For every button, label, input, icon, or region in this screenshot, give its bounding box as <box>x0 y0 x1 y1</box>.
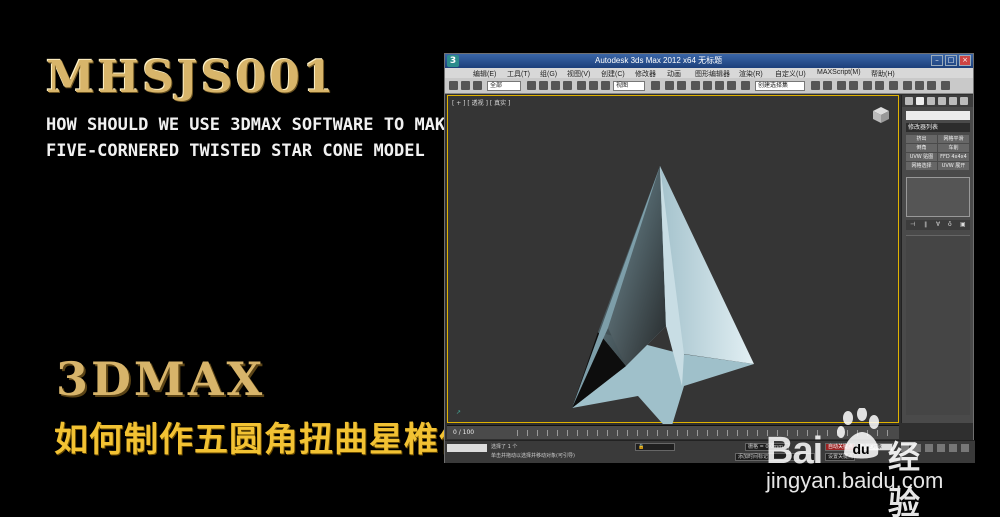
app-logo-icon[interactable]: 3 <box>447 55 459 67</box>
main-toolbar: 全部 视图 创建选择集 <box>445 78 973 94</box>
modifier-list-dropdown[interactable]: 修改器列表 <box>906 123 970 132</box>
select-object-icon[interactable] <box>527 81 536 90</box>
keyboard-shortcut-icon[interactable] <box>677 81 686 90</box>
align-icon[interactable] <box>823 81 832 90</box>
series-code-title: MHSJS001 <box>46 52 337 103</box>
status-prompt: 单击并拖动以选择并移动对象(可引导) <box>491 453 575 459</box>
window-titlebar: 3 Autodesk 3ds Max 2012 x64 无标题 – □ × <box>445 54 973 68</box>
help-icon[interactable] <box>941 81 950 90</box>
modifier-buttons: 挤出 网格平滑 倒角 车削 UVW 贴图 FFD 4x4x4 网格选择 UVW … <box>906 135 970 171</box>
max-application-window: 3 Autodesk 3ds Max 2012 x64 无标题 – □ × 编辑… <box>444 53 975 463</box>
baidu-paw-icon: du <box>837 408 879 459</box>
curve-editor-icon[interactable] <box>863 81 872 90</box>
render-production-icon[interactable] <box>927 81 936 90</box>
rendered-frame-icon[interactable] <box>915 81 924 90</box>
minimize-icon[interactable]: – <box>931 55 943 66</box>
menu-bar: 编辑(E) 工具(T) 组(G) 视图(V) 创建(C) 修改器 动画 图形编辑… <box>445 68 973 78</box>
brand-title: 3DMAX <box>56 352 266 406</box>
modifier-button-ffd[interactable]: FFD 4x4x4 <box>938 153 969 161</box>
unlink-icon[interactable] <box>461 81 470 90</box>
parameters-rollout <box>906 235 970 415</box>
modifier-button-uvw-map[interactable]: UVW 贴图 <box>906 153 937 161</box>
modifier-button-lathe[interactable]: 车削 <box>938 144 969 152</box>
show-end-result-icon[interactable]: ∥ <box>924 221 927 228</box>
edit-named-selection-icon[interactable] <box>741 81 750 90</box>
mirror-icon[interactable] <box>811 81 820 90</box>
layer-manager-icon[interactable] <box>837 81 846 90</box>
selection-filter-dropdown[interactable]: 全部 <box>487 81 521 91</box>
select-by-name-icon[interactable] <box>539 81 548 90</box>
percent-snap-icon[interactable] <box>715 81 724 90</box>
utilities-tab-icon[interactable] <box>960 97 968 105</box>
lock-selection-icon[interactable]: 🔒 <box>635 443 675 451</box>
window-crossing-icon[interactable] <box>563 81 572 90</box>
baidu-paw-text: du <box>852 441 869 457</box>
twisted-star-cone-model[interactable] <box>448 96 900 424</box>
window-title: Autodesk 3ds Max 2012 x64 无标题 <box>595 56 723 65</box>
schematic-view-icon[interactable] <box>875 81 884 90</box>
command-panel-tabs <box>902 95 973 107</box>
time-slider[interactable]: 0 / 100 <box>447 425 899 439</box>
angle-snap-icon[interactable] <box>703 81 712 90</box>
frame-counter: 0 / 100 <box>453 429 475 436</box>
close-icon[interactable]: × <box>959 55 971 66</box>
remove-modifier-icon[interactable]: ŏ <box>948 221 952 228</box>
render-setup-icon[interactable] <box>903 81 912 90</box>
graphite-toolbar-icon[interactable] <box>849 81 858 90</box>
zoom-extents-icon[interactable] <box>925 444 933 452</box>
command-panel: 修改器列表 挤出 网格平滑 倒角 车削 UVW 贴图 FFD 4x4x4 网格选… <box>901 95 973 423</box>
modifier-stack[interactable] <box>906 177 970 217</box>
make-unique-icon[interactable]: ∀ <box>936 221 940 228</box>
modifier-button-mesh-select[interactable]: 网格选择 <box>906 162 937 170</box>
orbit-icon[interactable] <box>961 444 969 452</box>
baidu-logo-text: Bai <box>766 430 823 472</box>
modifier-button-meshsmooth[interactable]: 网格平滑 <box>938 135 969 143</box>
modifier-button-extrude[interactable]: 挤出 <box>906 135 937 143</box>
field-of-view-icon[interactable] <box>937 444 945 452</box>
configure-sets-icon[interactable]: ▣ <box>960 221 966 228</box>
motion-tab-icon[interactable] <box>938 97 946 105</box>
perspective-viewport[interactable]: [ + ] [ 透视 ] [ 真实 ] ↗ <box>447 95 900 424</box>
spinner-snap-icon[interactable] <box>727 81 736 90</box>
stack-controls: ⊣ ∥ ∀ ŏ ▣ <box>906 220 970 230</box>
scale-icon[interactable] <box>601 81 610 90</box>
named-selection-set-dropdown[interactable]: 创建选择集 <box>755 81 805 91</box>
maxscript-listener[interactable] <box>447 444 487 452</box>
rect-selection-icon[interactable] <box>551 81 560 90</box>
maximize-icon[interactable]: □ <box>945 55 957 66</box>
material-editor-icon[interactable] <box>889 81 898 90</box>
chinese-title: 如何制作五圆角扭曲星椎体 <box>54 420 474 460</box>
select-link-icon[interactable] <box>449 81 458 90</box>
manipulate-icon[interactable] <box>665 81 674 90</box>
object-name-field[interactable] <box>906 111 970 120</box>
modify-tab-icon[interactable] <box>916 97 924 105</box>
menu-maxscript[interactable]: MAXScript(M) <box>817 69 861 76</box>
create-tab-icon[interactable] <box>905 97 913 105</box>
modifier-button-unwrap-uvw[interactable]: UVW 展开 <box>938 162 969 170</box>
modifier-button-bevel[interactable]: 倒角 <box>906 144 937 152</box>
axis-gizmo-icon: ↗ <box>456 409 462 416</box>
pivot-center-icon[interactable] <box>651 81 660 90</box>
pan-icon[interactable] <box>949 444 957 452</box>
bind-space-warp-icon[interactable] <box>473 81 482 90</box>
selection-count: 选择了 1 个 <box>491 444 518 450</box>
snap-toggle-icon[interactable] <box>691 81 700 90</box>
hierarchy-tab-icon[interactable] <box>927 97 935 105</box>
rotate-icon[interactable] <box>589 81 598 90</box>
jingyan-url: jingyan.baidu.com <box>766 468 944 493</box>
move-icon[interactable] <box>577 81 586 90</box>
pin-stack-icon[interactable]: ⊣ <box>910 221 915 228</box>
reference-coord-dropdown[interactable]: 视图 <box>613 81 645 91</box>
display-tab-icon[interactable] <box>949 97 957 105</box>
